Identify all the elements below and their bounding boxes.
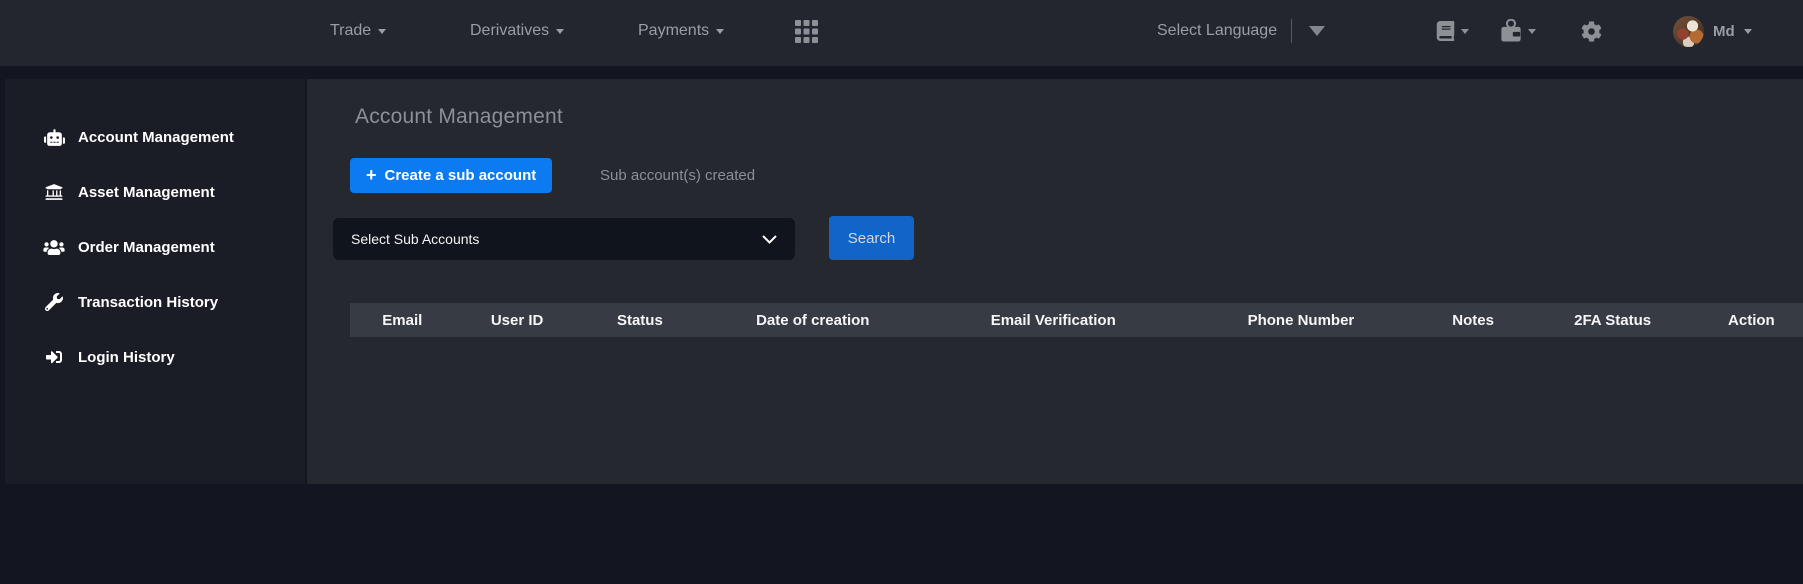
- select-value: Select Sub Accounts: [351, 231, 479, 247]
- nav-trade[interactable]: Trade: [330, 0, 386, 62]
- sub-accounts-table: Email User ID Status Date of creation Em…: [350, 303, 1803, 337]
- robot-icon: [43, 129, 65, 146]
- caret-down-icon: [556, 29, 564, 34]
- caret-down-icon: [1744, 29, 1752, 34]
- create-sub-account-label: Create a sub account: [385, 167, 537, 184]
- grid-apps-icon: [795, 20, 818, 43]
- caret-down-icon: [1461, 29, 1469, 34]
- sidebar-item-asset-management[interactable]: Asset Management: [43, 177, 215, 207]
- triangle-down-icon: [1309, 26, 1325, 36]
- col-user-id: User ID: [455, 303, 580, 337]
- book-icon: [1436, 21, 1455, 41]
- username: Md: [1713, 23, 1735, 40]
- page-title: Account Management: [355, 105, 563, 129]
- caret-down-icon: [1528, 29, 1536, 34]
- col-date-of-creation: Date of creation: [700, 303, 925, 337]
- wrench-icon: [43, 293, 65, 311]
- sidebar-item-order-management[interactable]: Order Management: [43, 232, 215, 262]
- page: Trade Derivatives Payments Select Langua…: [0, 0, 1803, 584]
- sidebar-item-transaction-history[interactable]: Transaction History: [43, 287, 218, 317]
- sidebar-item-label: Account Management: [78, 129, 234, 146]
- bank-icon: [43, 183, 65, 201]
- language-selector-label: Select Language: [1157, 22, 1277, 40]
- nav-trade-label: Trade: [330, 22, 371, 40]
- nav-payments-label: Payments: [638, 22, 709, 40]
- col-action: Action: [1700, 303, 1803, 337]
- sign-in-icon: [43, 349, 65, 365]
- sidebar-item-label: Login History: [78, 349, 175, 366]
- sub-accounts-select[interactable]: Select Sub Accounts: [333, 218, 795, 260]
- gear-icon: [1581, 21, 1602, 42]
- order-book-button[interactable]: [1436, 0, 1469, 62]
- nav-payments[interactable]: Payments: [638, 0, 724, 62]
- nav-derivatives[interactable]: Derivatives: [470, 0, 564, 62]
- language-selector[interactable]: Select Language: [1157, 0, 1325, 62]
- sidebar-item-label: Order Management: [78, 239, 215, 256]
- create-sub-account-button[interactable]: + Create a sub account: [350, 158, 552, 193]
- sidebar-item-login-history[interactable]: Login History: [43, 342, 175, 372]
- divider: [1291, 19, 1292, 43]
- settings-button[interactable]: [1581, 0, 1602, 62]
- col-email-verification: Email Verification: [925, 303, 1181, 337]
- avatar: [1673, 16, 1704, 47]
- col-email: Email: [350, 303, 455, 337]
- caret-down-icon: [378, 29, 386, 34]
- col-phone-number: Phone Number: [1181, 303, 1421, 337]
- nav-derivatives-label: Derivatives: [470, 22, 549, 40]
- sidebar-item-label: Transaction History: [78, 294, 218, 311]
- sidebar: Account Management Asset Management Orde…: [5, 79, 305, 484]
- sidebar-item-label: Asset Management: [78, 184, 215, 201]
- topbar: Trade Derivatives Payments Select Langua…: [0, 0, 1803, 66]
- search-button[interactable]: Search: [829, 216, 914, 260]
- users-icon: [43, 239, 65, 256]
- col-status: Status: [580, 303, 701, 337]
- apps-grid-button[interactable]: [795, 0, 818, 62]
- caret-down-icon: [716, 29, 724, 34]
- table-header-row: Email User ID Status Date of creation Em…: [350, 303, 1803, 337]
- main-panel: Account Management + Create a sub accoun…: [307, 79, 1803, 484]
- plus-icon: +: [366, 166, 377, 184]
- sub-accounts-created-text: Sub account(s) created: [600, 158, 755, 193]
- col-notes: Notes: [1421, 303, 1526, 337]
- wallet-button[interactable]: [1500, 0, 1536, 62]
- wallet-icon: [1500, 19, 1522, 43]
- sidebar-item-account-management[interactable]: Account Management: [43, 122, 234, 152]
- chevron-down-icon: [762, 235, 777, 244]
- col-2fa-status: 2FA Status: [1525, 303, 1699, 337]
- user-menu[interactable]: Md: [1673, 0, 1752, 62]
